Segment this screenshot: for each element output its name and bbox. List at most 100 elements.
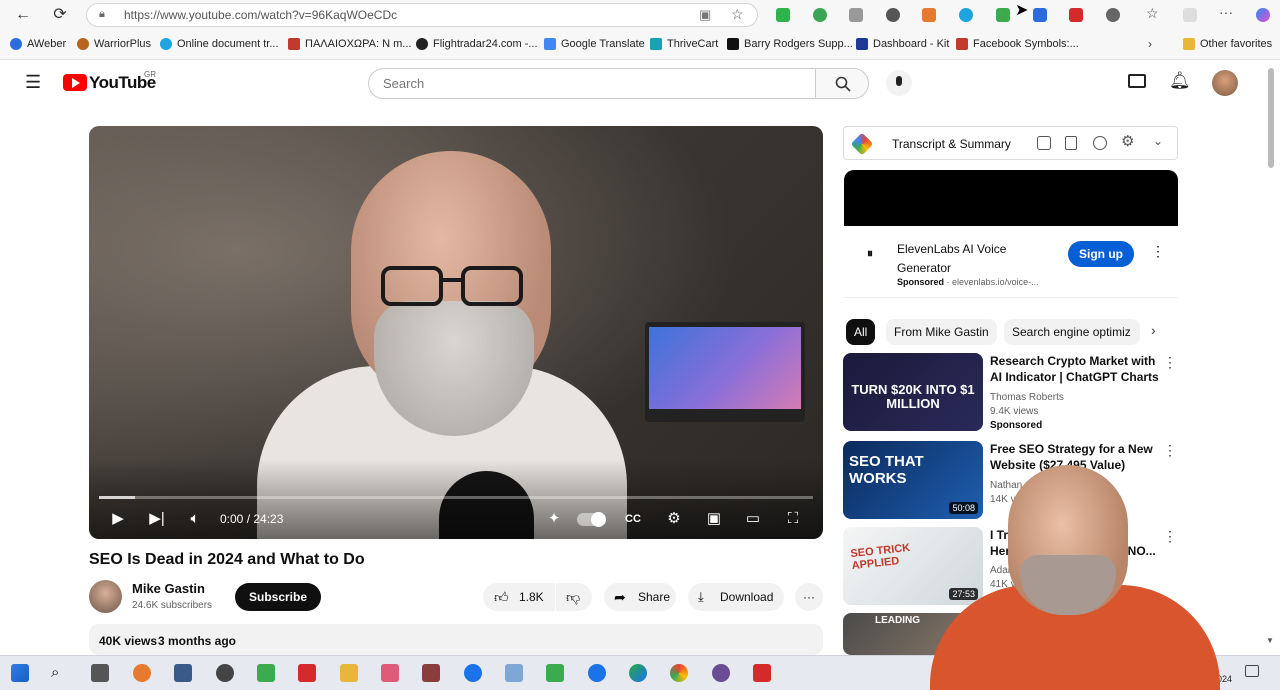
chrome-icon[interactable] bbox=[670, 664, 688, 682]
settings-gear-icon[interactable]: ⚙ bbox=[663, 508, 685, 530]
app-icon[interactable] bbox=[505, 664, 523, 682]
video-thumbnail[interactable]: TURN $20K INTO $1 MILLION bbox=[843, 353, 983, 431]
copilot-icon[interactable] bbox=[1256, 8, 1270, 22]
ad-banner[interactable] bbox=[844, 170, 1178, 226]
excel-icon[interactable] bbox=[546, 664, 564, 682]
page-scrollbar[interactable] bbox=[1268, 68, 1274, 168]
pause-icon[interactable]: ⏸ bbox=[867, 246, 873, 261]
app-icon[interactable] bbox=[298, 664, 316, 682]
extensions-puzzle-icon[interactable] bbox=[1106, 8, 1120, 22]
download-button[interactable]: ⤓ Download bbox=[688, 583, 784, 611]
extension-icon[interactable] bbox=[996, 8, 1010, 22]
create-video-icon[interactable] bbox=[1128, 74, 1146, 88]
favorites-icon[interactable]: ☆ bbox=[1146, 5, 1159, 22]
chip-all[interactable]: All bbox=[846, 319, 876, 345]
channel-name[interactable]: Mike Gastin bbox=[132, 581, 205, 596]
robot-icon[interactable] bbox=[1037, 136, 1051, 150]
camera-extension-icon[interactable] bbox=[849, 8, 863, 22]
video-player[interactable] bbox=[89, 126, 823, 539]
other-favorites[interactable]: Other favorites bbox=[1183, 38, 1272, 50]
extension-icon[interactable] bbox=[1069, 8, 1083, 22]
refresh-icon[interactable]: ⟳ bbox=[50, 5, 70, 25]
dislike-button[interactable]: 👎︎ bbox=[556, 583, 592, 611]
sign-up-button[interactable]: Sign up bbox=[1068, 241, 1134, 267]
bookmark-item[interactable]: Facebook Symbols:... bbox=[956, 38, 1079, 50]
calculator-icon[interactable] bbox=[174, 664, 192, 682]
notification-center-icon[interactable] bbox=[1245, 665, 1259, 677]
back-icon[interactable]: ← bbox=[13, 5, 33, 25]
menu-hamburger-icon[interactable]: ☰ bbox=[25, 73, 41, 91]
related-video-title[interactable]: Research Crypto Market with AI Indicator… bbox=[990, 353, 1160, 385]
bookmark-item[interactable]: ThriveCart bbox=[650, 38, 718, 50]
video-menu-icon[interactable]: ⋮ bbox=[1163, 354, 1177, 371]
ad-card[interactable]: ⏸ ElevenLabs AI Voice Generator Sponsore… bbox=[844, 226, 1178, 298]
volume-icon[interactable]: 🔈︎ bbox=[185, 508, 205, 530]
extension-icon[interactable] bbox=[776, 8, 790, 22]
app-icon[interactable] bbox=[464, 664, 482, 682]
bookmark-item[interactable]: Flightradar24.com -... bbox=[416, 38, 538, 50]
ad-menu-icon[interactable]: ⋮ bbox=[1151, 243, 1165, 260]
bookmark-item[interactable]: ΠΑΛΑΙΟΧΩΡΑ: N m... bbox=[288, 38, 411, 50]
app-icon[interactable] bbox=[422, 664, 440, 682]
extension-icon[interactable] bbox=[886, 8, 900, 22]
bookmark-item[interactable]: Online document tr... bbox=[160, 38, 279, 50]
transcript-extension-bar[interactable]: Transcript & Summary ⚙ ⌄ bbox=[843, 126, 1178, 160]
chip-from-channel[interactable]: From Mike Gastin bbox=[886, 319, 997, 345]
app-icon[interactable] bbox=[257, 664, 275, 682]
bookmark-item[interactable]: Dashboard - Kit bbox=[856, 38, 949, 50]
search-button[interactable] bbox=[815, 68, 869, 99]
captions-icon[interactable]: CC bbox=[622, 508, 644, 530]
next-icon[interactable]: ▶| bbox=[147, 508, 167, 530]
chevron-down-icon[interactable]: ⌄ bbox=[1153, 134, 1163, 148]
autoplay-toggle[interactable] bbox=[577, 512, 606, 527]
fullscreen-icon[interactable]: ⛶ bbox=[782, 508, 804, 530]
chevron-right-icon[interactable]: › bbox=[1148, 37, 1152, 51]
description-box[interactable]: 40K views 3 months ago bbox=[89, 624, 823, 655]
favorite-star-icon[interactable]: ☆ bbox=[731, 6, 744, 23]
app-icon[interactable] bbox=[216, 664, 234, 682]
task-view-icon[interactable] bbox=[91, 664, 109, 682]
settings-gear-icon[interactable]: ⚙ bbox=[1121, 132, 1134, 150]
extension-icon[interactable] bbox=[922, 8, 936, 22]
like-button[interactable]: 👍︎ 1.8K bbox=[483, 583, 555, 611]
extension-icon[interactable] bbox=[1033, 8, 1047, 22]
channel-avatar[interactable] bbox=[89, 580, 122, 613]
youtube-logo-icon[interactable] bbox=[63, 74, 87, 91]
app-icon[interactable] bbox=[753, 664, 771, 682]
extension-icon[interactable] bbox=[959, 8, 973, 22]
theater-mode-icon[interactable]: ▭ bbox=[742, 508, 764, 530]
miniplayer-icon[interactable]: ▣ bbox=[703, 508, 725, 530]
account-avatar[interactable] bbox=[1212, 70, 1238, 96]
collections-icon[interactable] bbox=[1183, 8, 1197, 22]
sparkle-icon[interactable]: ✦ bbox=[543, 508, 565, 530]
bookmark-item[interactable]: AWeber bbox=[10, 38, 66, 50]
share-button[interactable]: ➦ Share bbox=[604, 583, 676, 611]
progress-bar[interactable] bbox=[99, 496, 813, 499]
extension-icon[interactable] bbox=[813, 8, 827, 22]
bookmark-item[interactable]: WarriorPlus bbox=[77, 38, 151, 50]
address-bar[interactable]: 🔒︎ https://www.youtube.com/watch?v=96Kaq… bbox=[86, 3, 758, 27]
reader-icon[interactable]: ▣ bbox=[699, 7, 711, 23]
file-explorer-icon[interactable] bbox=[340, 664, 358, 682]
notifications-bell-icon[interactable]: 🔔︎ bbox=[1169, 71, 1191, 91]
chatgpt-icon[interactable] bbox=[1093, 136, 1107, 150]
more-options-icon[interactable]: ··· bbox=[1219, 4, 1233, 20]
scroll-down-icon[interactable]: ▼ bbox=[1266, 636, 1274, 645]
windows-start-icon[interactable] bbox=[11, 664, 29, 682]
voice-search-button[interactable] bbox=[886, 70, 912, 96]
app-icon[interactable] bbox=[381, 664, 399, 682]
search-icon[interactable]: ⌕ bbox=[51, 664, 69, 682]
transcript-icon[interactable] bbox=[1065, 136, 1077, 150]
search-input[interactable]: Search bbox=[368, 68, 816, 99]
app-icon[interactable] bbox=[712, 664, 730, 682]
edge-icon[interactable] bbox=[629, 664, 647, 682]
app-icon[interactable] bbox=[588, 664, 606, 682]
bookmark-item[interactable]: Barry Rodgers Supp... bbox=[727, 38, 853, 50]
chevron-right-icon[interactable]: › bbox=[1151, 322, 1156, 338]
bookmark-item[interactable]: Google Translate bbox=[544, 38, 645, 50]
app-icon[interactable] bbox=[133, 664, 151, 682]
chip-seo[interactable]: Search engine optimiz bbox=[1004, 319, 1140, 345]
play-icon[interactable]: ▶ bbox=[108, 508, 128, 530]
subscribe-button[interactable]: Subscribe bbox=[235, 583, 322, 611]
related-video-channel[interactable]: Thomas Roberts bbox=[990, 392, 1064, 403]
